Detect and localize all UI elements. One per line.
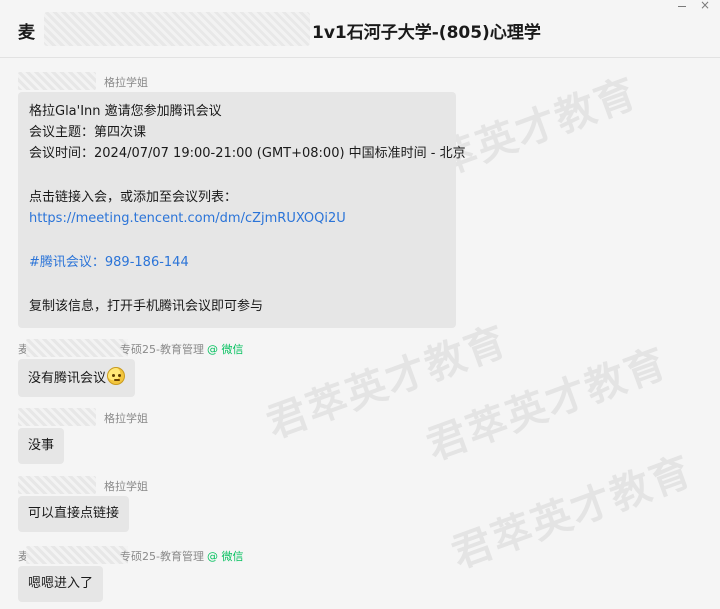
invite-line: 复制该信息，打开手机腾讯会议即可参与 xyxy=(29,299,264,314)
chat-message-list[interactable]: 格拉学姐 格拉Gla'Inn 邀请您参加腾讯会议 会议主题：第四次课 会议时间：… xyxy=(0,58,720,609)
invite-line: 会议主题：第四次课 xyxy=(29,125,147,140)
wechat-tag: @ 微信 xyxy=(206,550,244,563)
close-button[interactable] xyxy=(694,0,718,14)
sender-name: 专硕25-教育管理 @ 微信 xyxy=(120,341,243,357)
wechat-tag: @ 微信 xyxy=(206,343,244,356)
worried-face-icon xyxy=(107,367,126,385)
blurred-sender-name xyxy=(18,408,96,426)
invite-line: 会议时间：2024/07/07 19:00-21:00 (GMT+08:00) … xyxy=(29,146,466,161)
invite-blank-line xyxy=(29,230,445,253)
chat-window: 麦 1v1石河子大学-(805)心理学 君萃英才教育 君萃英才教育 君萃英才教育… xyxy=(0,0,720,609)
invite-blank-line xyxy=(29,274,445,297)
chat-title: 1v1石河子大学-(805)心理学 xyxy=(312,23,541,43)
chat-header: 麦 1v1石河子大学-(805)心理学 xyxy=(0,0,720,58)
message-item: 麦 专硕25-教育管理 @ 微信 没有腾讯会议 xyxy=(18,339,243,397)
message-bubble[interactable]: 没事 xyxy=(18,428,65,464)
blurred-sender-name xyxy=(26,546,128,564)
blurred-sender-name xyxy=(26,339,128,357)
meeting-id-link[interactable]: #腾讯会议：989-186-144 xyxy=(29,253,445,274)
invite-line: 点击链接入会，或添加至会议列表： xyxy=(29,190,238,205)
message-text: 嗯嗯进入了 xyxy=(28,576,94,591)
invite-blank-line xyxy=(29,165,445,188)
window-controls xyxy=(660,0,720,16)
sender-line: 麦 专硕25-教育管理 @ 微信 xyxy=(18,339,243,357)
sender-line: 格拉学姐 xyxy=(18,72,456,90)
message-item: 麦 专硕25-教育管理 @ 微信 嗯嗯进入了 xyxy=(18,546,243,602)
message-text: 没事 xyxy=(28,438,55,453)
blurred-title-segment xyxy=(44,12,310,46)
sender-name: 格拉学姐 xyxy=(104,480,148,493)
blurred-sender-name xyxy=(18,476,96,494)
message-item: 格拉学姐 格拉Gla'Inn 邀请您参加腾讯会议 会议主题：第四次课 会议时间：… xyxy=(18,72,466,328)
blurred-sender-name xyxy=(18,72,96,90)
message-text: 可以直接点链接 xyxy=(28,506,120,521)
sender-group-name: 专硕25-教育管理 xyxy=(120,343,204,356)
minimize-button[interactable] xyxy=(670,0,694,14)
sender-group-name: 专硕25-教育管理 xyxy=(120,550,204,563)
invite-line: 格拉Gla'Inn 邀请您参加腾讯会议 xyxy=(29,104,222,119)
message-bubble[interactable]: 嗯嗯进入了 xyxy=(18,566,104,602)
sender-line: 格拉学姐 xyxy=(18,408,148,426)
sender-name: 专硕25-教育管理 @ 微信 xyxy=(120,548,243,564)
message-text: 没有腾讯会议 xyxy=(28,371,107,386)
chat-title-prefix: 麦 xyxy=(18,23,35,43)
sender-line: 格拉学姐 xyxy=(18,476,148,494)
meeting-link[interactable]: https://meeting.tencent.com/dm/cZjmRUXOQ… xyxy=(29,209,445,230)
message-bubble[interactable]: 没有腾讯会议 xyxy=(18,359,136,397)
sender-name: 格拉学姐 xyxy=(104,412,148,425)
message-item: 格拉学姐 没事 xyxy=(18,408,148,464)
message-item: 格拉学姐 可以直接点链接 xyxy=(18,476,148,532)
sender-line: 麦 专硕25-教育管理 @ 微信 xyxy=(18,546,243,564)
sender-name: 格拉学姐 xyxy=(104,76,148,89)
meeting-invite-bubble[interactable]: 格拉Gla'Inn 邀请您参加腾讯会议 会议主题：第四次课 会议时间：2024/… xyxy=(18,92,466,328)
message-bubble[interactable]: 可以直接点链接 xyxy=(18,496,130,532)
